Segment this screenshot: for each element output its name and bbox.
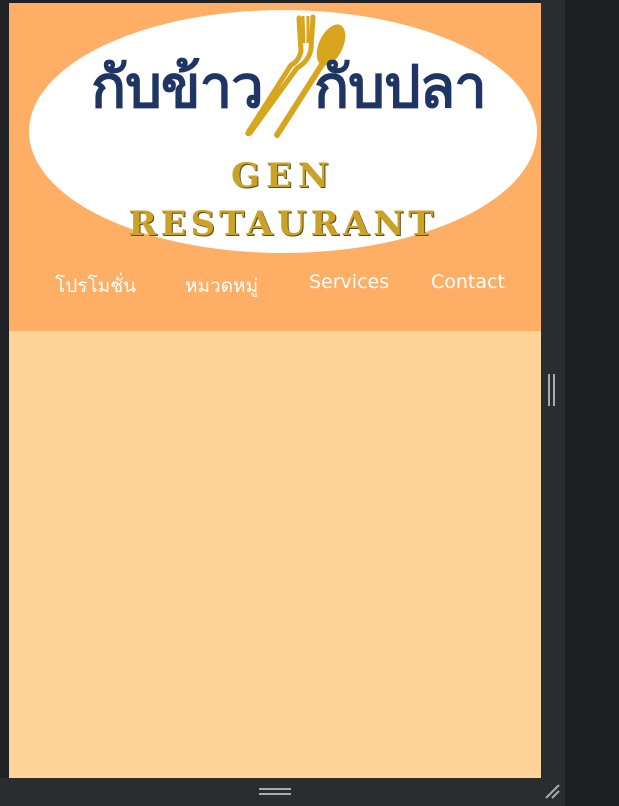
- main-nav: โปรโมชั่น หมวดหมู่ Services Contact: [9, 271, 541, 305]
- vertical-resize-handle[interactable]: [548, 374, 555, 406]
- nav-item-contact[interactable]: Contact: [431, 271, 505, 293]
- logo-thai-text-left: กับข้าว: [91, 53, 264, 121]
- background-panel: [565, 0, 619, 806]
- nav-item-services[interactable]: Services: [309, 271, 389, 293]
- nav-item-promotions[interactable]: โปรโมชั่น: [55, 271, 136, 301]
- nav-item-categories[interactable]: หมวดหมู่: [185, 271, 258, 301]
- device-viewport: กับข้าว กับปลา GEN RESTAURANT โปรโมชั่น …: [9, 3, 541, 778]
- horizontal-resize-handle[interactable]: [259, 788, 291, 795]
- logo-thai-text-right: กับปลา: [314, 53, 487, 121]
- site-header: กับข้าว กับปลา GEN RESTAURANT โปรโมชั่น …: [9, 3, 541, 331]
- corner-resize-icon[interactable]: [543, 782, 561, 800]
- restaurant-logo[interactable]: กับข้าว กับปลา GEN RESTAURANT: [29, 10, 537, 253]
- logo-gen-text: GEN: [230, 156, 336, 196]
- logo-restaurant-text: RESTAURANT: [128, 204, 438, 244]
